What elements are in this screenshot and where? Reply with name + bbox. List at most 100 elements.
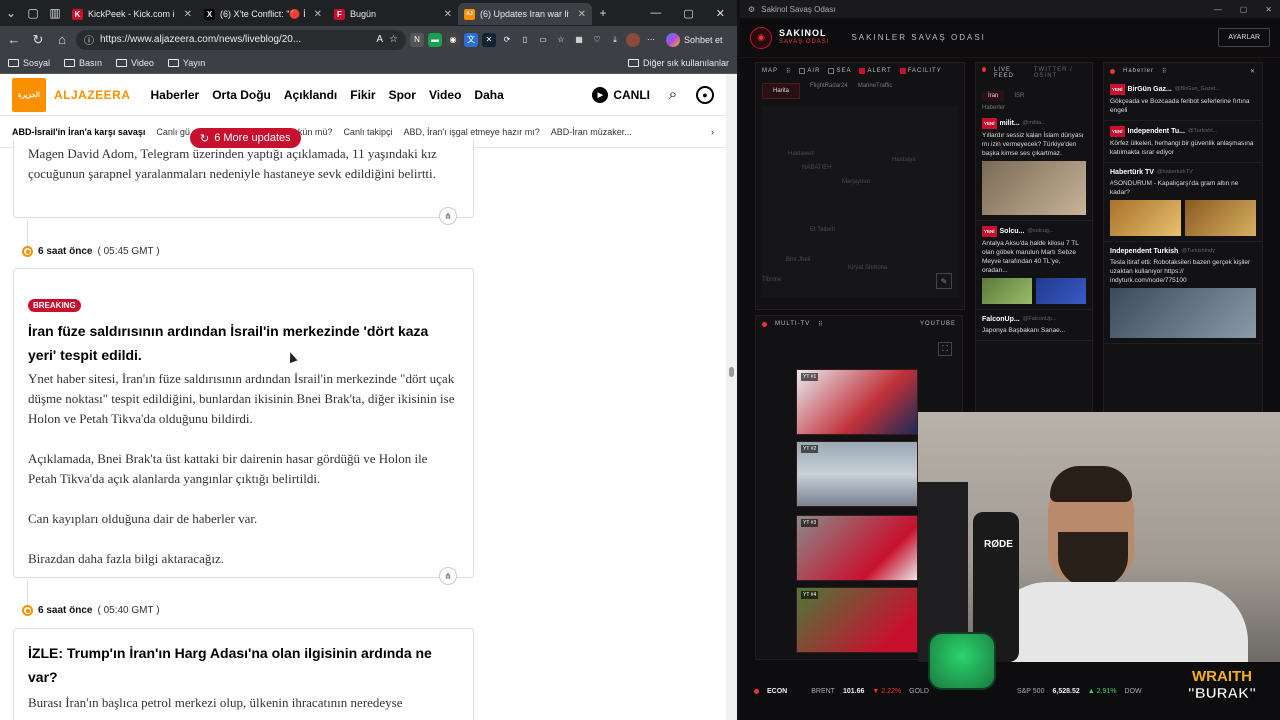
profile-avatar[interactable] bbox=[626, 32, 640, 47]
extension-icon[interactable]: ✕ bbox=[482, 32, 496, 47]
extension-icon[interactable]: ⟳ bbox=[500, 32, 514, 47]
drag-handle-icon[interactable]: ⠿ bbox=[818, 321, 823, 328]
translate-icon[interactable]: 文 bbox=[464, 32, 478, 47]
feed-image-thumbnail[interactable] bbox=[1036, 278, 1086, 304]
url-field[interactable]: ⓘ https://www.aljazeera.com/news/liveblo… bbox=[76, 29, 406, 50]
more-updates-button[interactable]: ↻ 6 More updates bbox=[190, 128, 301, 148]
tab-kickpeek[interactable]: K KickPeek - Kick.com için Ge ✕ bbox=[66, 3, 198, 25]
news-item[interactable]: YENİ BirGün Gaz... @BirGun_Gazet... Gökçea… bbox=[1104, 79, 1262, 121]
live-button[interactable]: ▶ CANLI bbox=[592, 86, 650, 103]
close-tab-icon[interactable]: ✕ bbox=[578, 9, 586, 20]
drag-handle-icon[interactable]: ⠿ bbox=[786, 68, 791, 75]
maximize-icon[interactable]: ▢ bbox=[1240, 5, 1248, 14]
close-panel-icon[interactable]: ✕ bbox=[1250, 68, 1256, 75]
tab-x-conflict[interactable]: X (6) X'te Conflict: "🔴 İran'ı ✕ bbox=[198, 3, 328, 25]
map-view[interactable]: Haldaweh NABATIEH Marjayoun Hasbaya Et T… bbox=[762, 107, 958, 297]
brand-name[interactable]: ALJAZEERA bbox=[54, 88, 131, 102]
topic-link[interactable]: ABD-İsrail'in İran'a karşı savaşı bbox=[12, 127, 145, 137]
tab-harita[interactable]: Harita bbox=[762, 83, 801, 99]
tab-marinetraffic[interactable]: MarineTraffic bbox=[858, 83, 893, 99]
tab-bugun[interactable]: F Bugün ✕ bbox=[328, 3, 458, 25]
feed-item[interactable]: YENİ milit... @militа... Yıllardır sessiz … bbox=[976, 113, 1092, 221]
tab-iran[interactable]: İran bbox=[982, 91, 1005, 101]
news-video-thumbnail[interactable] bbox=[1185, 200, 1256, 236]
tv-stream-3[interactable]: YT #3 bbox=[796, 515, 918, 581]
bookmark-folder-sosyal[interactable]: Sosyal bbox=[8, 58, 50, 68]
fullscreen-icon[interactable]: ⛶ bbox=[938, 342, 952, 356]
more-menu-icon[interactable]: ⋯ bbox=[644, 32, 658, 47]
tab-list-icon[interactable]: ⌄ bbox=[0, 2, 22, 24]
site-info-icon[interactable]: ⓘ bbox=[84, 32, 94, 47]
downloads-icon[interactable]: ⤓ bbox=[608, 32, 622, 47]
edit-pencil-icon[interactable]: ✎ bbox=[936, 273, 952, 289]
bookmark-folder-basin[interactable]: Basın bbox=[64, 58, 102, 68]
settings-button[interactable]: AYARLAR bbox=[1218, 28, 1270, 47]
search-icon[interactable]: ⌕ bbox=[664, 86, 682, 104]
share-icon[interactable]: ⋔ bbox=[439, 207, 457, 225]
nav-aciklandi[interactable]: Açıklandı bbox=[284, 88, 337, 102]
news-item[interactable]: YENİ Independent Tu... @Turkishl... Körfez… bbox=[1104, 121, 1262, 163]
topic-link[interactable]: ABD-İran müzaker... bbox=[551, 127, 632, 137]
close-tab-icon[interactable]: ✕ bbox=[184, 9, 192, 20]
tv-stream-1[interactable]: YT #1 bbox=[796, 369, 918, 435]
filter-alert[interactable]: ALERT bbox=[859, 68, 891, 74]
other-favorites[interactable]: Diğer sık kullanılanlar bbox=[627, 58, 729, 68]
tab-flightradar[interactable]: FlightRadar24 bbox=[810, 83, 848, 99]
news-item[interactable]: Independent Turkish @Turkishlndy Tesla it… bbox=[1104, 242, 1262, 344]
extension-icon[interactable]: N bbox=[410, 32, 424, 47]
tab-aljazeera[interactable]: AJ (6) Updates Iran war live: Tr ✕ bbox=[458, 3, 592, 25]
scrollbar-thumb[interactable] bbox=[729, 367, 734, 377]
tab-isr[interactable]: İSR bbox=[1010, 91, 1028, 101]
nav-spor[interactable]: Spor bbox=[389, 88, 416, 102]
close-window-icon[interactable]: ✕ bbox=[1265, 5, 1272, 14]
feed-item[interactable]: FalconUp... @FalconUp... Japonya Başbakan… bbox=[976, 310, 1092, 341]
new-tab-icon[interactable]: + bbox=[592, 2, 614, 24]
copilot-chat-button[interactable]: Sohbet et bbox=[666, 32, 723, 47]
bookmark-folder-yayin[interactable]: Yayın bbox=[167, 58, 205, 68]
close-tab-icon[interactable]: ✕ bbox=[314, 9, 322, 20]
close-tab-icon[interactable]: ✕ bbox=[444, 9, 452, 20]
maximize-icon[interactable]: ▢ bbox=[683, 7, 693, 20]
favorites-icon[interactable]: ☆ bbox=[554, 32, 568, 47]
tv-stream-2[interactable]: YT #2 bbox=[796, 441, 918, 507]
back-icon[interactable]: ← bbox=[4, 30, 24, 50]
nav-orta-dogu[interactable]: Orta Doğu bbox=[212, 88, 271, 102]
feed-image-thumbnail[interactable] bbox=[982, 278, 1032, 304]
nav-fikir[interactable]: Fikir bbox=[350, 88, 375, 102]
news-item[interactable]: Habertürk TV @haberturkTV #SONDURUM - Kap… bbox=[1104, 163, 1262, 242]
nav-video[interactable]: Video bbox=[429, 88, 461, 102]
news-video-thumbnail[interactable] bbox=[1110, 288, 1256, 338]
close-window-icon[interactable]: ✕ bbox=[716, 7, 725, 20]
extension-icon[interactable]: ▬ bbox=[428, 32, 442, 47]
tv-stream-4[interactable]: YT #4 bbox=[796, 587, 918, 653]
feed-video-thumbnail[interactable] bbox=[982, 161, 1086, 215]
favorite-star-icon[interactable]: ☆ bbox=[389, 34, 398, 45]
feed-item[interactable]: YENİ Solcu... @solcug... Antalya Aksu'da h… bbox=[976, 221, 1092, 310]
nav-haberler[interactable]: Haberler bbox=[151, 88, 200, 102]
share-icon[interactable]: ⋔ bbox=[439, 567, 457, 585]
heart-icon[interactable]: ♡ bbox=[590, 32, 604, 47]
minimize-icon[interactable]: — bbox=[1214, 5, 1222, 14]
refresh-icon[interactable]: ↻ bbox=[28, 30, 48, 50]
aljazeera-logo[interactable]: الجزيرة bbox=[12, 77, 46, 112]
chevron-right-icon[interactable]: › bbox=[711, 127, 714, 137]
extension-icon[interactable]: ◉ bbox=[446, 32, 460, 47]
tab-haberler[interactable]: Haberler bbox=[976, 103, 1092, 113]
vertical-tabs-icon[interactable]: ▥ bbox=[44, 2, 66, 24]
split-screen-icon[interactable]: ▯ bbox=[518, 32, 532, 47]
reading-view-icon[interactable]: ▭ bbox=[536, 32, 550, 47]
home-icon[interactable]: ⌂ bbox=[52, 30, 72, 50]
drag-handle-icon[interactable]: ⠿ bbox=[1162, 68, 1167, 75]
topic-link[interactable]: ABD, İran'ı işgal etmeye hazır mı? bbox=[403, 127, 539, 137]
minimize-icon[interactable]: — bbox=[650, 7, 661, 20]
news-video-thumbnail[interactable] bbox=[1110, 200, 1181, 236]
read-aloud-icon[interactable]: A bbox=[376, 34, 383, 45]
bookmark-folder-video[interactable]: Video bbox=[116, 58, 154, 68]
filter-sea[interactable]: SEA bbox=[828, 68, 851, 74]
filter-facility[interactable]: FACILITY bbox=[899, 68, 942, 74]
collections-icon[interactable]: ▦ bbox=[572, 32, 586, 47]
topic-link[interactable]: Canlı takipçi bbox=[343, 127, 392, 137]
account-icon[interactable]: ● bbox=[696, 85, 714, 104]
page-scrollbar[interactable] bbox=[726, 74, 737, 720]
filter-air[interactable]: AIR bbox=[799, 68, 820, 74]
